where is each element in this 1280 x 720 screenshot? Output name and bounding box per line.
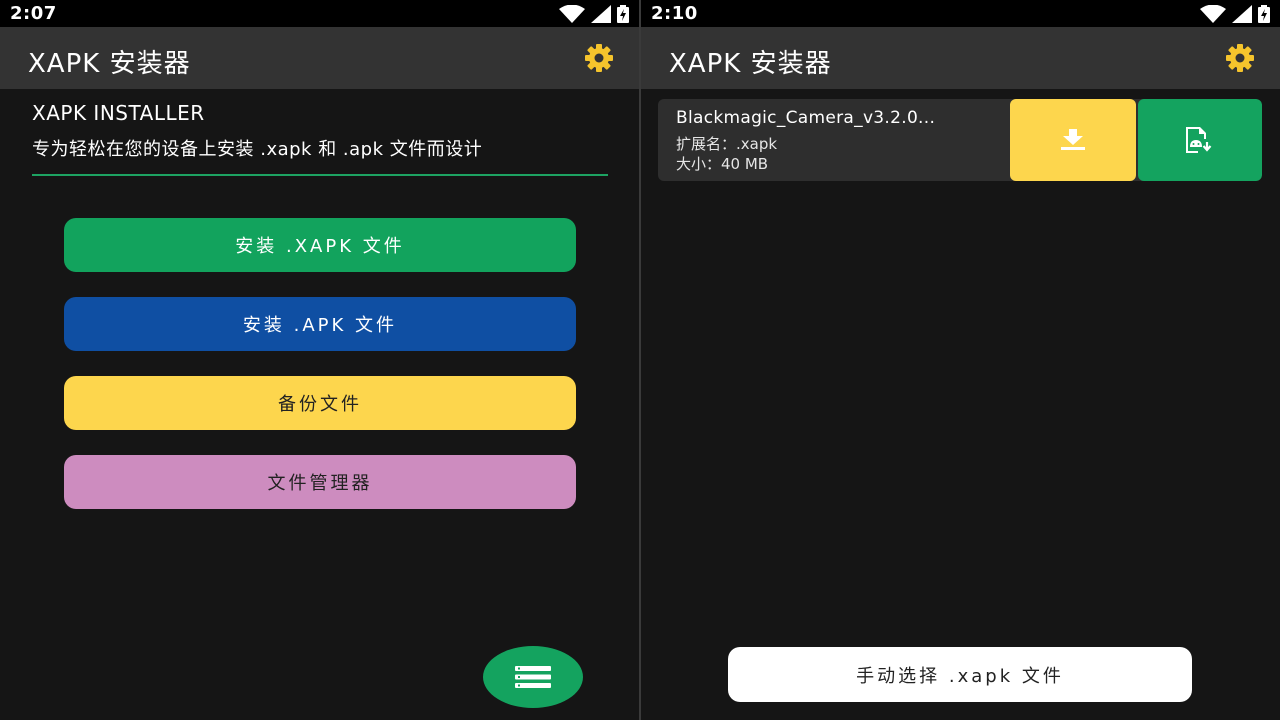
status-icons [1200,5,1270,23]
signal-icon [591,5,611,23]
manual-select-xapk-button[interactable]: 手动选择 .xapk 文件 [728,647,1192,702]
left-screen: 2:07 XAPK 安装器 XAPK INSTALLER 专为轻松在您的设备上安… [0,0,639,720]
status-bar: 2:07 [0,0,639,27]
wifi-icon [559,5,585,23]
app-bar: XAPK 安装器 [641,27,1280,89]
list-fab-button[interactable] [483,646,583,708]
gear-icon [1226,44,1254,72]
app-bar: XAPK 安装器 [0,27,639,89]
hero-divider [32,174,608,176]
right-screen: 2:10 XAPK 安装器 Blackmagic_Camera_v3.2.0..… [641,0,1280,720]
status-bar: 2:10 [641,0,1280,27]
settings-button[interactable] [1222,43,1258,73]
signal-icon [1232,5,1252,23]
install-xapk-button[interactable]: 安装 .XAPK 文件 [64,218,576,272]
android-install-icon [1186,127,1212,153]
file-card: Blackmagic_Camera_v3.2.0... 扩展名：.xapk 大小… [658,99,1262,181]
file-name: Blackmagic_Camera_v3.2.0... [676,108,936,128]
status-time: 2:07 [10,3,57,24]
status-time: 2:10 [651,3,698,24]
download-button[interactable] [1010,99,1136,181]
list-icon [515,666,551,688]
wifi-icon [1200,5,1226,23]
file-size: 大小：40 MB [676,155,769,173]
settings-button[interactable] [581,43,617,73]
battery-icon [1258,5,1270,23]
hero-title: XAPK INSTALLER [32,101,205,125]
gear-icon [585,44,613,72]
status-icons [559,5,629,23]
download-icon [1061,129,1085,150]
file-extension: 扩展名：.xapk [676,135,778,153]
backup-files-button[interactable]: 备份文件 [64,376,576,430]
install-apk-button[interactable]: 安装 .APK 文件 [64,297,576,351]
app-title: XAPK 安装器 [669,49,832,79]
app-title: XAPK 安装器 [28,49,191,79]
install-apk-file-button[interactable] [1138,99,1262,181]
battery-icon [617,5,629,23]
file-manager-button[interactable]: 文件管理器 [64,455,576,509]
hero-subtitle: 专为轻松在您的设备上安装 .xapk 和 .apk 文件而设计 [32,139,483,160]
